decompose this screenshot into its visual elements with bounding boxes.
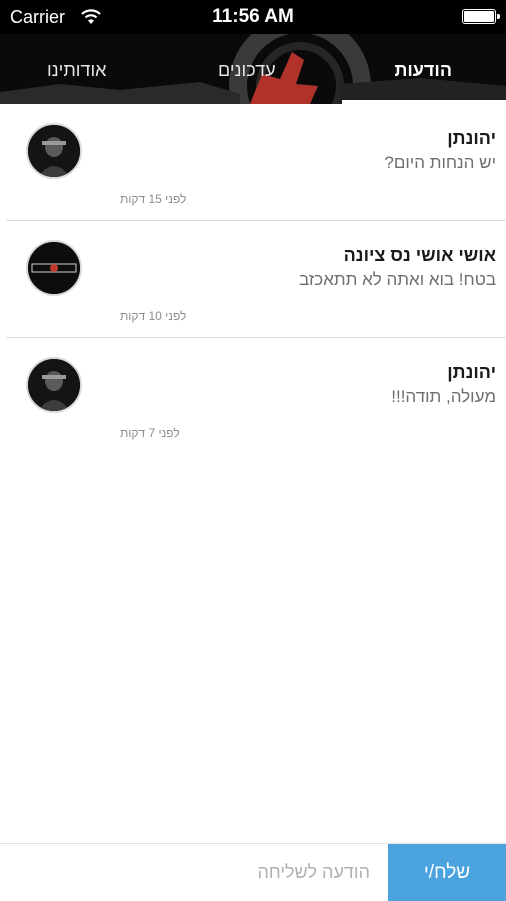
message-text: מעולה, תודה!!! bbox=[391, 387, 496, 406]
message-item[interactable]: אושי אושי נס ציונה בטח! בוא ואתה לא תתאכ… bbox=[0, 221, 506, 338]
message-time: לפני 10 דקות bbox=[120, 309, 187, 323]
send-button[interactable]: שלח/י bbox=[388, 844, 506, 901]
tab-about[interactable]: אודותינו bbox=[47, 60, 106, 81]
message-text: יש הנחות היום? bbox=[384, 153, 496, 172]
tab-messages[interactable]: הודעות bbox=[394, 60, 452, 81]
person-avatar-icon bbox=[26, 123, 82, 179]
clock: 11:56 AM bbox=[212, 6, 294, 27]
tab-updates[interactable]: עדכונים bbox=[218, 60, 276, 81]
person-avatar-icon bbox=[26, 357, 82, 413]
status-bar: Carrier 11:56 AM bbox=[0, 0, 506, 34]
message-time: לפני 15 דקות bbox=[120, 192, 187, 206]
message-composer: שלח/י bbox=[0, 843, 506, 901]
tab-bar: הודעות עדכונים אודותינו bbox=[0, 34, 506, 104]
battery-icon bbox=[462, 9, 500, 24]
message-text: בטח! בוא ואתה לא תתאכזב bbox=[298, 270, 496, 289]
message-item[interactable]: יהונתן יש הנחות היום? לפני 15 דקות bbox=[0, 104, 506, 221]
sender-name: יהונתן bbox=[447, 128, 496, 148]
sender-name: יהונתן bbox=[447, 362, 496, 382]
message-time: לפני 7 דקות bbox=[120, 426, 180, 440]
sender-name: אושי אושי נס ציונה bbox=[343, 245, 496, 265]
restaurant-logo-avatar-icon bbox=[26, 240, 82, 296]
message-item[interactable]: יהונתן מעולה, תודה!!! לפני 7 דקות bbox=[0, 338, 506, 455]
message-input[interactable] bbox=[0, 844, 388, 901]
